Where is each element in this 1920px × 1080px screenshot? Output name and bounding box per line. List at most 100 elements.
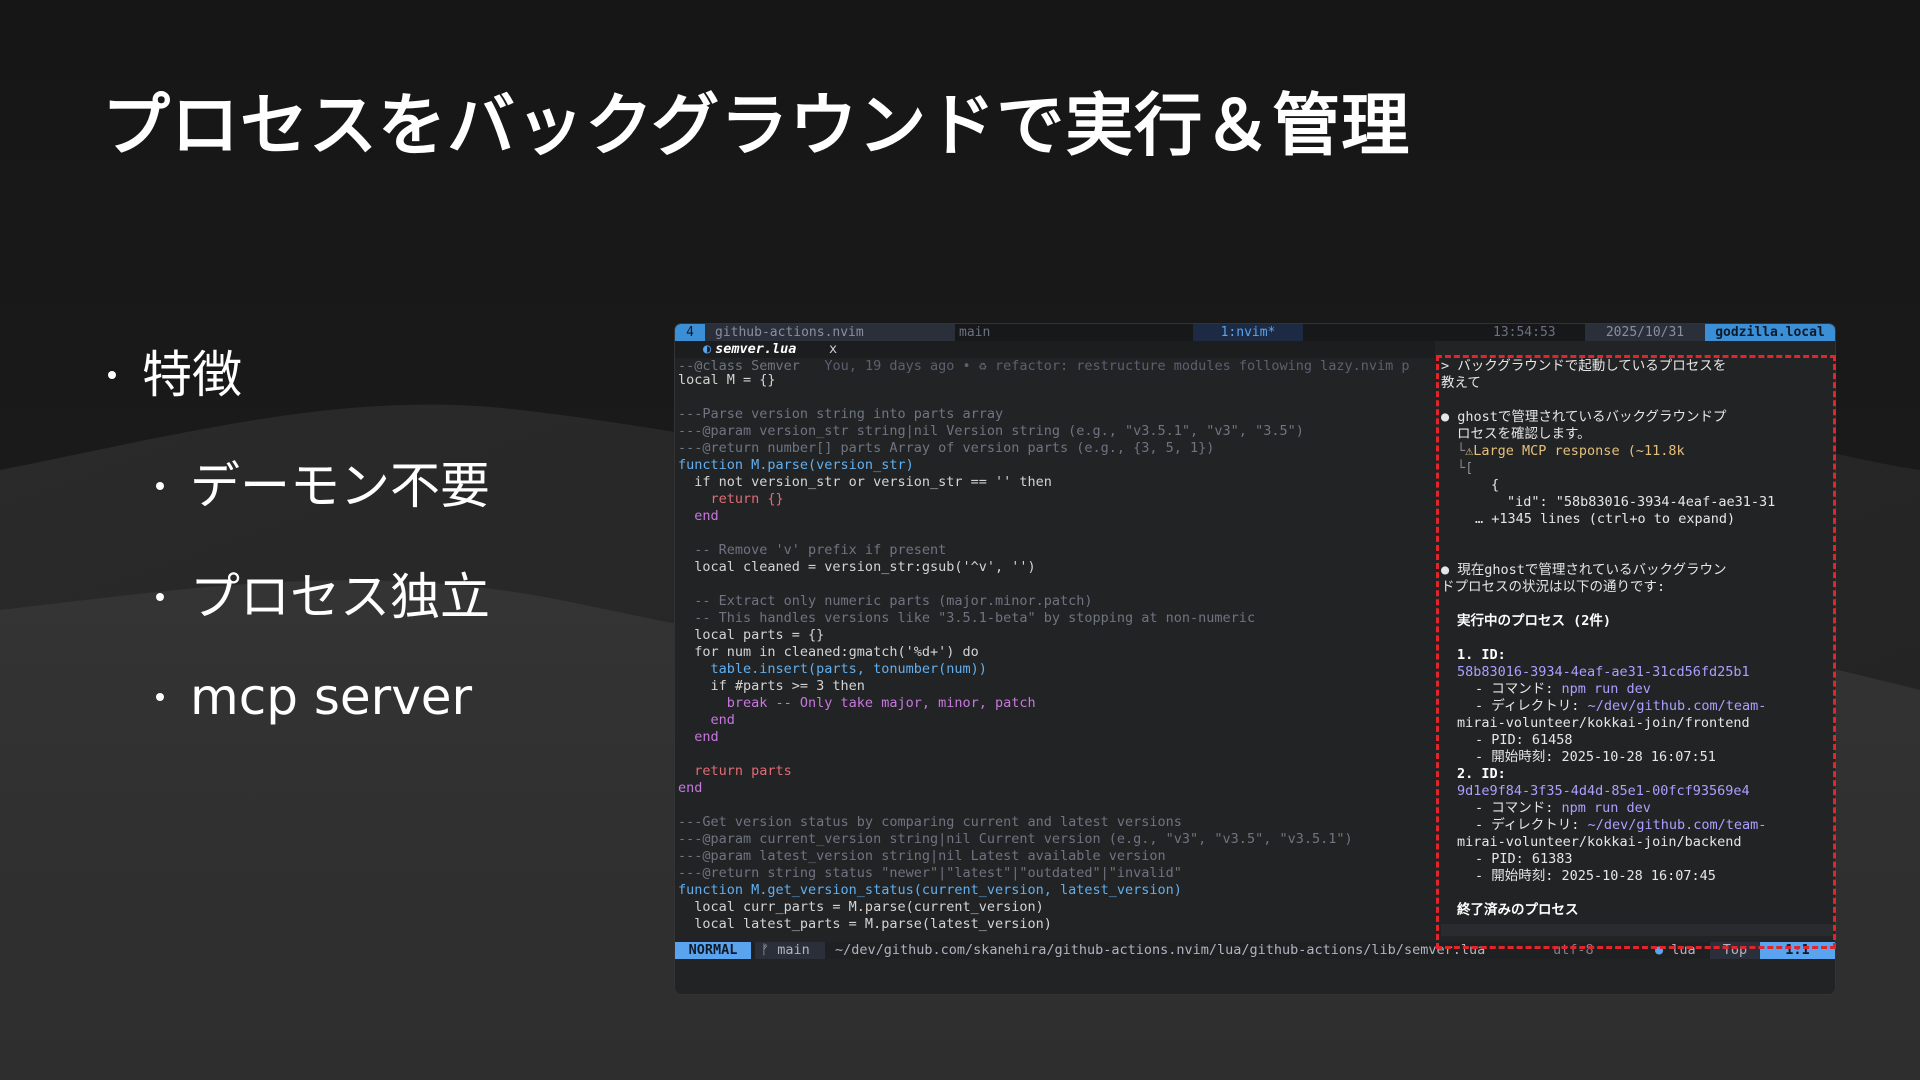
code-line: local curr_parts = M.parse(current_versi…: [678, 899, 1044, 915]
command-value: npm run dev: [1561, 681, 1651, 697]
code-line: -- Extract only numeric parts (major.min…: [678, 593, 1093, 609]
file-encoding: utf-8: [1553, 942, 1594, 958]
buffer-tabline: ◐ semver.lua x: [675, 341, 1435, 358]
code-line: function M.get_version_status(current_ve…: [678, 882, 1182, 898]
process-1-start: - 開始時刻: 2025-10-28 16:07:51: [1475, 749, 1716, 765]
dir-label: - ディレクトリ:: [1475, 817, 1588, 833]
tmux-date: 2025/10/31: [1585, 324, 1705, 341]
code-line: end: [678, 508, 719, 524]
assistant-message-cont: ロセスを確認します。: [1457, 426, 1591, 442]
code-line: ---Get version status by comparing curre…: [678, 814, 1182, 830]
git-blame-text: You, 19 days ago • ♻ refactor: restructu…: [824, 358, 1410, 374]
process-1-dir-cont: mirai-volunteer/kokkai-join/frontend: [1457, 715, 1750, 731]
filetype-label: lua: [1671, 942, 1696, 958]
bullet-dot: [156, 592, 164, 601]
code-line: --@class Semver You, 19 days ago • ♻ ref…: [678, 358, 1410, 374]
process-1-command: - コマンド: npm run dev: [1475, 681, 1651, 698]
dir-value: ~/dev/github.com/team-: [1587, 698, 1767, 714]
tmux-branch: main: [959, 325, 991, 340]
lua-file-icon: ◐: [703, 341, 712, 357]
git-branch: ᚠ main: [755, 942, 825, 959]
process-2-pid: - PID: 61383: [1475, 851, 1573, 867]
assistant-message-cont: ドプロセスの状況は以下の通りです:: [1441, 579, 1666, 595]
scroll-position: Top: [1710, 942, 1760, 960]
input-area[interactable]: [1441, 924, 1833, 936]
bullet-dot: [156, 481, 164, 490]
process-1-label: 1. ID:: [1457, 647, 1506, 663]
bullet-features: 特徴: [108, 335, 242, 407]
tmux-window-number[interactable]: 4: [675, 324, 705, 341]
user-prompt-cont: 教えて: [1441, 375, 1481, 391]
code-line: function M.parse(version_str): [678, 457, 914, 473]
code-line: end: [678, 712, 735, 728]
code-line: local parts = {}: [678, 627, 825, 643]
dir-label: - ディレクトリ:: [1475, 698, 1588, 714]
process-2-start: - 開始時刻: 2025-10-28 16:07:45: [1475, 868, 1716, 884]
command-label: - コマンド:: [1475, 681, 1562, 697]
process-2-dir: - ディレクトリ: ~/dev/github.com/team-: [1475, 817, 1766, 834]
cursor-position: 1:1: [1760, 942, 1835, 960]
tree-branch: └: [1457, 443, 1466, 459]
buffer-tab-label: semver.lua: [715, 341, 797, 357]
process-2-id: 9d1e9f84-3f35-4d4d-85e1-00fcf93569e4: [1457, 783, 1750, 799]
code-line: ---@param version_str string|nil Version…: [678, 423, 1304, 439]
bullet-dot: [108, 370, 116, 379]
bullet-text: 特徴: [142, 346, 242, 404]
tmux-window-tab[interactable]: 1:nvim*: [1193, 324, 1303, 341]
code-line: -- Remove 'v' prefix if present: [678, 542, 947, 558]
process-1-pid: - PID: 61458: [1475, 732, 1573, 748]
tmux-session-repo: github-actions.nvim: [705, 324, 955, 341]
json-id-line: "id": "58b83016-3934-4eaf-ae31-31: [1507, 494, 1776, 510]
assistant-message: ● ghostで管理されているバックグラウンドプ: [1441, 409, 1727, 425]
code-line: return parts: [678, 763, 792, 779]
command-value: npm run dev: [1561, 800, 1651, 816]
branch-label: main: [777, 942, 810, 958]
finished-heading: 終了済みのプロセス: [1457, 902, 1579, 918]
file-type: ● lua: [1655, 942, 1696, 959]
lua-icon: ●: [1655, 942, 1672, 958]
user-prompt: > バックグラウンドで起動しているプロセスを: [1441, 358, 1727, 374]
code-line: end: [678, 780, 703, 796]
tmux-status-bar: 4 github-actions.nvim main 1:nvim* 13:54…: [675, 324, 1835, 341]
bullet-process-independent: プロセス独立: [156, 557, 490, 629]
code-line: ---@param latest_version string|nil Late…: [678, 848, 1166, 864]
tmux-time: 13:54:53: [1493, 325, 1556, 340]
branch-icon: ᚠ: [761, 942, 778, 958]
process-1-dir: - ディレクトリ: ~/dev/github.com/team-: [1475, 698, 1766, 715]
code-line: ---Parse version string into parts array: [678, 406, 1004, 422]
code-editor[interactable]: --@class Semver You, 19 days ago • ♻ ref…: [675, 358, 1435, 960]
code-line: table.insert(parts, tonumber(num)): [678, 661, 987, 677]
code-line: ---@return string status "newer"|"latest…: [678, 865, 1182, 881]
code-line: local latest_parts = M.parse(latest_vers…: [678, 916, 1052, 932]
code-line: local cleaned = version_str:gsub('^v', '…: [678, 559, 1036, 575]
process-2-dir-cont: mirai-volunteer/kokkai-join/backend: [1457, 834, 1742, 850]
dir-value: ~/dev/github.com/team-: [1587, 817, 1767, 833]
assistant-message: ● 現在ghostで管理されているバックグラウン: [1441, 562, 1727, 578]
file-path: ~/dev/github.com/skanehira/github-action…: [835, 942, 1486, 958]
bullet-text: mcp server: [190, 668, 473, 726]
tree-branch: └[: [1457, 460, 1474, 476]
close-tab-button[interactable]: x: [829, 341, 837, 358]
code-line: end: [678, 729, 719, 745]
slide-title: プロセスをバックグラウンドで実行＆管理: [102, 87, 1411, 166]
bullet-no-daemon: デーモン不要: [156, 446, 490, 518]
terminal-screenshot: 4 github-actions.nvim main 1:nvim* 13:54…: [675, 324, 1835, 994]
nvim-statusline: NORMAL ᚠ main ~/dev/github.com/skanehira…: [675, 942, 1835, 960]
mode-indicator: NORMAL: [675, 942, 751, 959]
process-1-id: 58b83016-3934-4eaf-ae31-31cd56fd25b1: [1457, 664, 1750, 680]
bullet-dot: [156, 692, 164, 701]
code-line: for num in cleaned:gmatch('%d+') do: [678, 644, 979, 660]
code-line: return {}: [678, 491, 784, 507]
claude-code-pane[interactable]: > バックグラウンドで起動しているプロセスを 教えて ● ghostで管理されて…: [1441, 358, 1833, 938]
expand-hint[interactable]: … +1345 lines (ctrl+o to expand): [1475, 511, 1735, 528]
bullet-mcp-server: mcp server: [156, 668, 472, 726]
running-heading: 実行中のプロセス (2件): [1457, 613, 1612, 629]
process-2-label: 2. ID:: [1457, 766, 1506, 782]
bullet-text: プロセス独立: [190, 568, 490, 626]
bullet-text: デーモン不要: [190, 457, 490, 515]
warning-text: ⚠Large MCP response (~11.8k: [1465, 443, 1685, 459]
tmux-host: godzilla.local: [1705, 324, 1835, 341]
tool-warning: └⚠Large MCP response (~11.8k: [1457, 443, 1685, 460]
command-label: - コマンド:: [1475, 800, 1562, 816]
buffer-tab[interactable]: ◐ semver.lua: [703, 341, 796, 358]
